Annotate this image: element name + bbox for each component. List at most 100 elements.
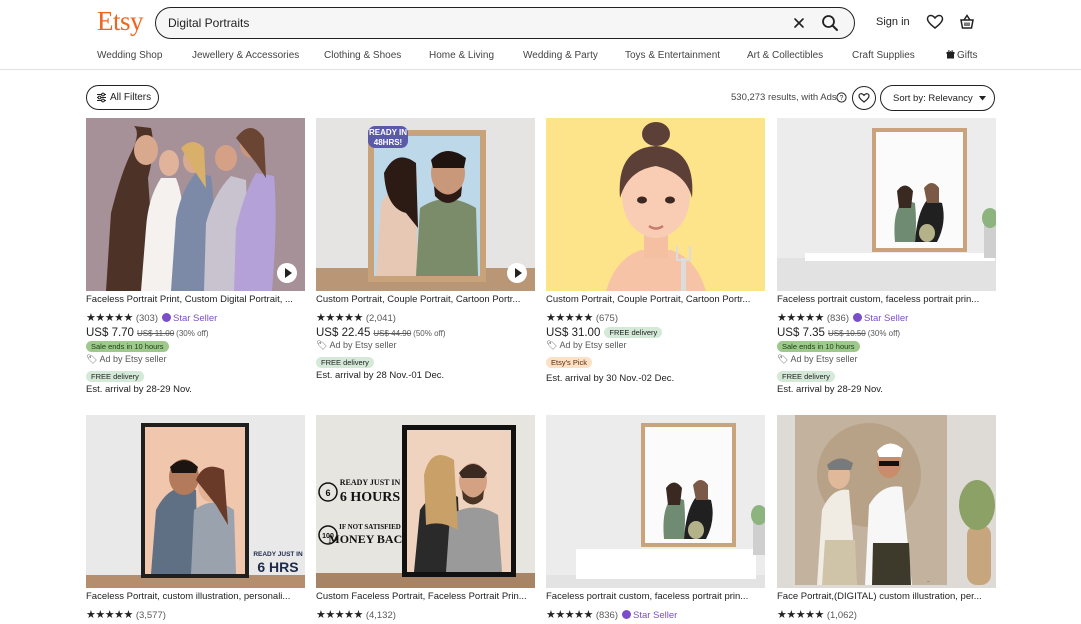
category-art[interactable]: Art & Collectibles xyxy=(747,50,823,61)
free-delivery-badge: FREE delivery xyxy=(316,357,374,368)
play-icon[interactable] xyxy=(507,263,527,283)
ready-label: READY JUST IN xyxy=(340,478,401,487)
heart-icon xyxy=(858,93,870,103)
listing-price: US$ 22.45 xyxy=(316,327,371,339)
listing-image[interactable]: READY JUST IN 6 HRS xyxy=(86,415,305,588)
listing-title[interactable]: Custom Portrait, Couple Portrait, Cartoo… xyxy=(316,294,535,305)
free-delivery-badge: FREE delivery xyxy=(86,371,144,382)
sale-badge: Sale ends in 10 hours xyxy=(86,341,169,352)
all-filters-button[interactable]: All Filters xyxy=(86,85,159,110)
price-row: US$ 31.00 FREE delivery xyxy=(546,323,663,341)
listing-rating: ★★★★★ (4,132) xyxy=(316,605,396,621)
star-seller-icon xyxy=(622,610,631,619)
category-clothing[interactable]: Clothing & Shoes xyxy=(324,50,401,61)
star-rating: ★★★★★ xyxy=(316,609,363,621)
price-row: US$ 7.35 US$ 10.50 (30% off) xyxy=(777,323,900,341)
star-rating: ★★★★★ xyxy=(86,609,133,621)
ad-label: 🏷︎ Ad by Etsy seller xyxy=(777,354,858,364)
arrival-estimate: Est. arrival by 28 Nov.-01 Dec. xyxy=(316,370,445,381)
sort-label: Sort by: Relevancy xyxy=(893,93,973,104)
close-icon[interactable] xyxy=(790,14,808,32)
listing-title[interactable]: Custom Portrait, Couple Portrait, Cartoo… xyxy=(546,294,765,305)
sign-in-link[interactable]: Sign in xyxy=(876,16,910,28)
listing-title[interactable]: Faceless Portrait Print, Custom Digital … xyxy=(86,294,305,305)
category-gifts[interactable]: Gifts xyxy=(946,50,978,61)
listing-price: US$ 31.00 xyxy=(546,327,601,339)
listing-rating: ★★★★★ (303) Star Seller xyxy=(86,308,217,324)
free-delivery-badge: FREE delivery xyxy=(604,327,663,338)
listing-card[interactable]: Custom Portrait, Couple Portrait, Cartoo… xyxy=(546,118,765,398)
caret-down-icon xyxy=(979,96,986,101)
star-seller-icon xyxy=(853,313,862,322)
discount: (30% off) xyxy=(176,329,209,338)
original-price: US$ 10.50 xyxy=(827,329,866,338)
listing-rating: ★★★★★ (2,041) xyxy=(316,308,396,324)
listing-title[interactable]: Faceless Portrait, custom illustration, … xyxy=(86,591,305,602)
arrival-estimate: Est. arrival by 30 Nov.-02 Dec. xyxy=(546,373,675,384)
money-back-label: MONEY BACK xyxy=(328,532,402,546)
sort-dropdown[interactable]: Sort by: Relevancy xyxy=(880,85,995,111)
category-home-living[interactable]: Home & Living xyxy=(429,50,494,61)
listing-title[interactable]: Faceless portrait custom, faceless portr… xyxy=(777,294,996,305)
review-count: (1,062) xyxy=(826,610,857,621)
etsy-logo[interactable]: Etsy xyxy=(97,6,144,37)
svg-text:?: ? xyxy=(840,95,844,102)
search-input[interactable] xyxy=(168,14,768,32)
category-wedding-party[interactable]: Wedding & Party xyxy=(523,50,598,61)
listing-image[interactable] xyxy=(86,118,305,291)
listing-card[interactable]: READY IN 48HRS! Custom Portrait, Couple … xyxy=(316,118,535,398)
ad-label: 🏷︎ Ad by Etsy seller xyxy=(316,340,397,350)
discount: (30% off) xyxy=(867,329,901,338)
listing-title[interactable]: Faceless portrait custom, faceless portr… xyxy=(546,591,765,602)
search-icon[interactable] xyxy=(820,13,840,33)
listing-rating: ★★★★★ (836) Star Seller xyxy=(546,605,677,621)
info-icon[interactable]: ? xyxy=(836,92,847,103)
listing-image[interactable] xyxy=(777,118,996,291)
star-seller-badge: Star Seller xyxy=(622,610,677,621)
listing-card[interactable]: Faceless portrait custom, faceless portr… xyxy=(777,118,996,398)
category-craft[interactable]: Craft Supplies xyxy=(852,50,915,61)
star-rating: ★★★★★ xyxy=(546,609,593,621)
price-row: US$ 22.45 US$ 44.90 (50% off) xyxy=(316,323,445,341)
guarantee-label: IF NOT SATISFIED xyxy=(339,523,401,531)
clock-icon: 6 xyxy=(325,488,330,498)
listing-card[interactable]: READY JUST IN 6 HRS Faceless Portrait, c… xyxy=(86,415,305,624)
free-delivery-badge: FREE delivery xyxy=(777,371,835,382)
hours-label: 6 HRS xyxy=(257,559,298,575)
listing-title[interactable]: Custom Faceless Portrait, Faceless Portr… xyxy=(316,591,535,602)
results-count: 530,273 results, with Ads xyxy=(731,92,837,103)
listing-image[interactable] xyxy=(546,415,765,588)
listing-card[interactable]: Faceless Portrait Print, Custom Digital … xyxy=(86,118,305,398)
sale-badge: Sale ends in 10 hours xyxy=(777,341,860,352)
original-price: US$ 11.00 xyxy=(136,329,175,338)
listing-card[interactable]: Faceless portrait custom, faceless portr… xyxy=(546,415,765,624)
heart-icon[interactable] xyxy=(926,13,944,31)
listing-image[interactable]: READY IN 48HRS! xyxy=(316,118,535,291)
save-search-button[interactable] xyxy=(852,86,876,110)
review-count: (4,132) xyxy=(365,610,396,621)
listing-image[interactable]: READY JUST IN 6 6 HOURS 100 IF NOT SATIS… xyxy=(316,415,535,588)
listing-rating: ★★★★★ (836) Star Seller xyxy=(777,308,908,324)
category-toys[interactable]: Toys & Entertainment xyxy=(625,50,720,61)
star-rating: ★★★★★ xyxy=(777,609,824,621)
listing-title[interactable]: Face Portrait,(DIGITAL) custom illustrat… xyxy=(777,591,996,602)
listing-image[interactable] xyxy=(546,118,765,291)
listing-image[interactable]: ~ xyxy=(777,415,996,588)
listing-card[interactable]: ~ Face Portrait,(DIGITAL) custom illustr… xyxy=(777,415,996,624)
star-seller-icon xyxy=(162,313,171,322)
category-wedding-shop[interactable]: Wedding Shop xyxy=(97,50,162,61)
play-icon[interactable] xyxy=(277,263,297,283)
listing-card[interactable]: READY JUST IN 6 6 HOURS 100 IF NOT SATIS… xyxy=(316,415,535,624)
arrival-estimate: Est. arrival by 28-29 Nov. xyxy=(777,384,883,395)
ready-label: READY JUST IN xyxy=(253,551,303,558)
filter-icon xyxy=(97,92,106,103)
listing-price: US$ 7.70 xyxy=(86,327,134,339)
listing-rating: ★★★★★ (675) xyxy=(546,308,618,324)
ad-label: 🏷︎ Ad by Etsy seller xyxy=(86,354,167,364)
basket-icon[interactable] xyxy=(958,13,976,31)
category-jewellery[interactable]: Jewellery & Accessories xyxy=(192,50,299,61)
site-header: Etsy Sign in Wedding Shop Jewellery & Ac… xyxy=(0,0,1081,70)
artist-signature: ~ xyxy=(927,580,930,585)
search-bar[interactable] xyxy=(155,7,855,39)
price-row: US$ 7.70 US$ 11.00 (30% off) xyxy=(86,323,208,341)
